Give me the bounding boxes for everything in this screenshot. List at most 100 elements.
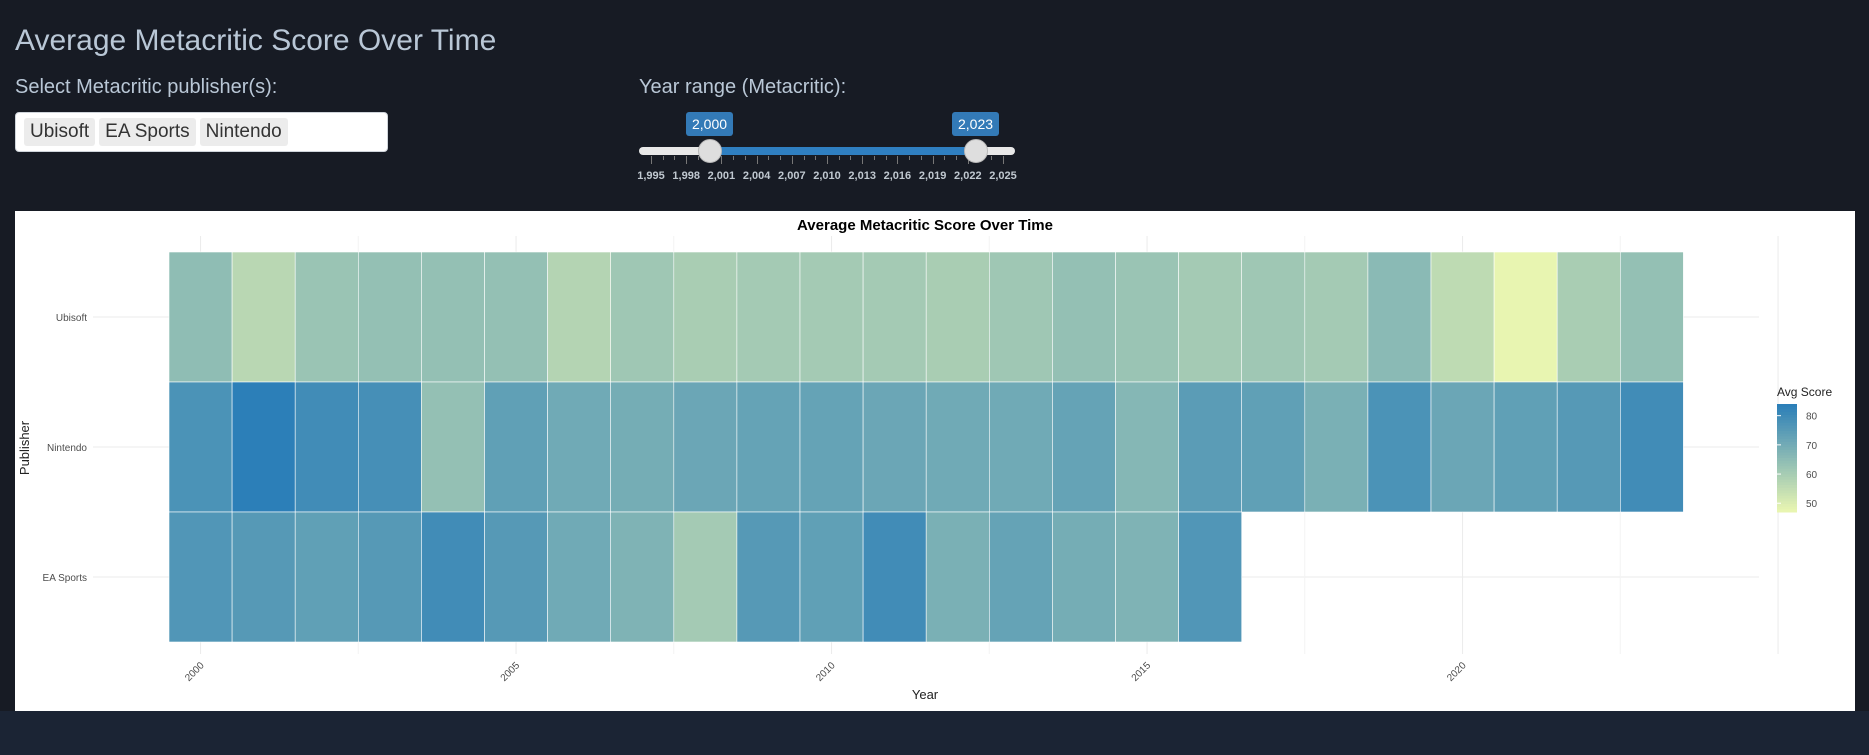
slider-tick bbox=[721, 156, 723, 164]
slider-tick bbox=[909, 156, 911, 160]
slider-tick-label: 2,013 bbox=[848, 170, 876, 182]
heatmap-cell bbox=[231, 251, 296, 383]
x-tick-label: 2005 bbox=[499, 660, 523, 684]
slider-tick bbox=[791, 156, 793, 164]
heatmap-cell bbox=[610, 511, 675, 643]
slider-tick-label: 2,007 bbox=[778, 170, 806, 182]
slider-selected-range bbox=[710, 147, 976, 155]
publisher-select-label: Select Metacritic publisher(s): bbox=[15, 76, 278, 98]
heatmap-cell bbox=[673, 381, 738, 513]
heatmap-cell bbox=[1367, 381, 1432, 513]
heatmap-chart: Average Metacritic Score Over Time Ubiso… bbox=[17, 217, 1832, 702]
publisher-chip[interactable]: Ubisoft bbox=[24, 118, 96, 146]
publisher-chip[interactable]: Nintendo bbox=[199, 118, 288, 146]
slider-tick bbox=[873, 156, 875, 160]
heatmap-cell bbox=[484, 511, 548, 643]
heatmap-cell bbox=[1178, 381, 1242, 513]
heatmap-cell bbox=[231, 511, 296, 643]
slider-tick bbox=[850, 156, 852, 160]
slider-tick-label: 2,019 bbox=[918, 170, 947, 182]
heatmap-cell bbox=[799, 381, 864, 513]
slider-tick bbox=[780, 156, 782, 160]
y-tick-label: Nintendo bbox=[47, 443, 87, 454]
heatmap-cell bbox=[1115, 381, 1179, 513]
heatmap-cell bbox=[610, 381, 675, 513]
slider-tick-label: 2,016 bbox=[883, 170, 912, 182]
heatmap-cell bbox=[862, 381, 927, 513]
publisher-chip[interactable]: EA Sports bbox=[99, 118, 196, 146]
slider-tick bbox=[920, 156, 922, 160]
slider-handle-from[interactable] bbox=[698, 139, 722, 163]
heatmap-cell bbox=[1493, 381, 1558, 513]
heatmap-cell bbox=[673, 251, 738, 383]
heatmap-cell bbox=[547, 381, 611, 513]
slider-tick bbox=[932, 156, 934, 164]
heatmap-cell bbox=[1178, 511, 1242, 643]
slider-from-value: 2,000 bbox=[686, 112, 734, 136]
slider-tick bbox=[733, 156, 735, 160]
legend-tick-label: 70 bbox=[1806, 441, 1818, 452]
slider-tick bbox=[662, 156, 664, 160]
heatmap-cell bbox=[862, 511, 927, 643]
heatmap-cell bbox=[988, 381, 1053, 513]
heatmap-cell bbox=[168, 511, 233, 643]
heatmap-cell bbox=[1178, 251, 1242, 383]
slider-tick bbox=[803, 156, 805, 160]
heatmap-cell bbox=[736, 381, 801, 513]
heatmap-cell bbox=[925, 251, 990, 383]
chart-title: Average Metacritic Score Over Time bbox=[797, 217, 1053, 234]
heatmap-cell bbox=[1367, 251, 1432, 383]
legend-tick-label: 60 bbox=[1806, 470, 1818, 481]
slider-tick bbox=[674, 156, 676, 160]
heatmap-cell bbox=[357, 251, 422, 383]
heatmap-cell bbox=[421, 381, 485, 513]
slider-tick-label: 2,001 bbox=[707, 170, 736, 182]
slider-tick bbox=[862, 156, 864, 164]
heatmap-cell bbox=[231, 381, 296, 513]
heatmap-cell bbox=[1556, 381, 1621, 513]
heatmap-cell bbox=[168, 251, 233, 383]
legend-tick-label: 80 bbox=[1806, 412, 1818, 423]
publisher-multiselect[interactable]: Ubisoft EA Sports Nintendo bbox=[15, 112, 388, 152]
slider-tick bbox=[815, 156, 817, 160]
heatmap-cell bbox=[988, 251, 1053, 383]
heatmap-cell bbox=[294, 251, 359, 383]
footer-band bbox=[0, 711, 1869, 755]
heatmap-cell bbox=[673, 511, 738, 643]
slider-tick bbox=[885, 156, 887, 160]
heatmap-cell bbox=[547, 511, 611, 643]
chart-panel: Average Metacritic Score Over Time Ubiso… bbox=[15, 211, 1855, 711]
heatmap-cell bbox=[736, 251, 801, 383]
heatmap-cell bbox=[1241, 251, 1306, 383]
slider-tick bbox=[768, 156, 770, 160]
heatmap-cell bbox=[294, 511, 359, 643]
slider-tick bbox=[991, 156, 993, 160]
slider-tick-label: 2,025 bbox=[989, 170, 1017, 182]
heatmap-cell bbox=[925, 381, 990, 513]
heatmap-cell bbox=[799, 511, 864, 643]
heatmap-cell bbox=[168, 381, 233, 513]
x-axis-title: Year bbox=[912, 687, 939, 702]
slider-tick bbox=[956, 156, 958, 160]
legend-tick-label: 50 bbox=[1806, 499, 1818, 510]
heatmap-cell bbox=[862, 251, 927, 383]
heatmap-cell bbox=[610, 251, 675, 383]
y-axis-title: Publisher bbox=[17, 420, 32, 475]
slider-handle-to[interactable] bbox=[964, 139, 988, 163]
slider-tick-label: 2,004 bbox=[742, 170, 771, 182]
y-tick-label: Ubisoft bbox=[56, 313, 87, 324]
heatmap-cell bbox=[484, 381, 548, 513]
heatmap-cell bbox=[1620, 251, 1684, 383]
heatmap-cell bbox=[1052, 251, 1116, 383]
slider-tick-label: 2,022 bbox=[954, 170, 982, 182]
slider-tick bbox=[744, 156, 746, 160]
heatmap-cell bbox=[421, 251, 485, 383]
heatmap-cell bbox=[1115, 251, 1179, 383]
year-range-slider[interactable]: 2,000 2,023 1,995 1,998 2,001 2,004 2,007 2,0… bbox=[637, 110, 1017, 185]
heatmap-cell bbox=[1620, 381, 1684, 513]
legend-gradient-segment bbox=[1777, 509, 1797, 513]
slider-tick bbox=[944, 156, 946, 160]
heatmap-cell bbox=[988, 511, 1053, 643]
legend-title: Avg Score bbox=[1777, 385, 1832, 399]
slider-tick-labels: 1,995 1,998 2,001 2,004 2,007 2,010 2,013 2,016… bbox=[637, 170, 1017, 184]
